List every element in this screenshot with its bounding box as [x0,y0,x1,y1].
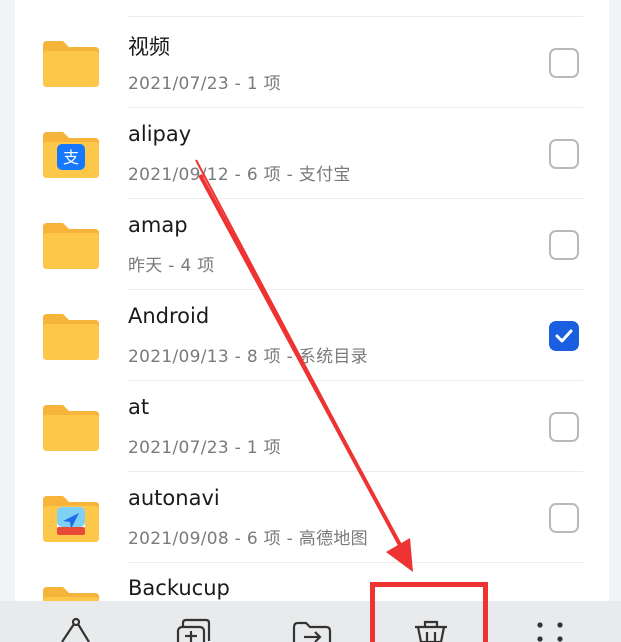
bottom-toolbar [0,601,621,642]
check-icon [555,329,573,343]
share-button[interactable] [47,601,107,642]
list-item-folder[interactable]: 支 alipay 2021/09/12 - 6 项 - 支付宝 [15,108,609,199]
list-item-folder[interactable]: autonavi 2021/09/08 - 6 项 - 高德地图 [15,472,609,563]
list-item-folder[interactable]: amap 昨天 - 4 项 [15,199,609,290]
file-name: alipay [128,122,192,146]
file-name: autonavi [128,486,220,510]
file-name: 视频 [128,35,170,59]
file-meta: 2021/09/08 - 6 项 - 高德地图 [128,529,368,549]
folder-icon [41,312,101,360]
file-meta: 2021/09/13 - 8 项 - 系统目录 [128,347,368,367]
list-item-folder[interactable]: Android 2021/09/13 - 8 项 - 系统目录 [15,290,609,381]
share-icon [61,617,90,642]
move-button[interactable] [282,601,342,642]
copy-icon [176,618,211,642]
file-name: at [128,395,150,419]
alipay-folder-icon: 支 [41,130,101,178]
more-icon [537,622,563,642]
select-checkbox[interactable] [549,412,579,442]
select-checkbox[interactable] [549,48,579,78]
file-meta: 2021/09/12 - 6 项 - 支付宝 [128,165,351,185]
list-item-folder[interactable]: at 2021/07/23 - 1 项 [15,381,609,472]
autonavi-folder-icon [41,494,101,542]
select-checkbox[interactable] [549,503,579,533]
select-checkbox[interactable] [549,230,579,260]
file-manager-screen: 视频 2021/07/23 - 1 项 支 alipay 2021/09/12 … [0,0,621,642]
file-name: Android [128,304,210,328]
file-name: amap [128,213,188,237]
delete-button[interactable] [401,601,461,642]
file-meta: 2021/07/23 - 1 项 [128,74,281,94]
file-meta: 2021/07/23 - 1 项 [128,438,281,458]
svg-text:支: 支 [63,148,79,167]
folder-icon [41,403,101,451]
delete-icon [415,620,447,642]
list-item-folder[interactable]: 视频 2021/07/23 - 1 项 [15,17,609,108]
select-checkbox[interactable] [549,139,579,169]
file-list: 视频 2021/07/23 - 1 项 支 alipay 2021/09/12 … [15,0,609,642]
select-checkbox-checked[interactable] [549,321,579,351]
copy-button[interactable] [163,601,223,642]
file-meta: 昨天 - 4 项 [128,256,215,276]
move-icon [292,621,332,642]
more-button[interactable] [520,601,580,642]
folder-icon [41,221,101,269]
file-name: Backucup [128,576,230,600]
folder-icon [41,39,101,87]
